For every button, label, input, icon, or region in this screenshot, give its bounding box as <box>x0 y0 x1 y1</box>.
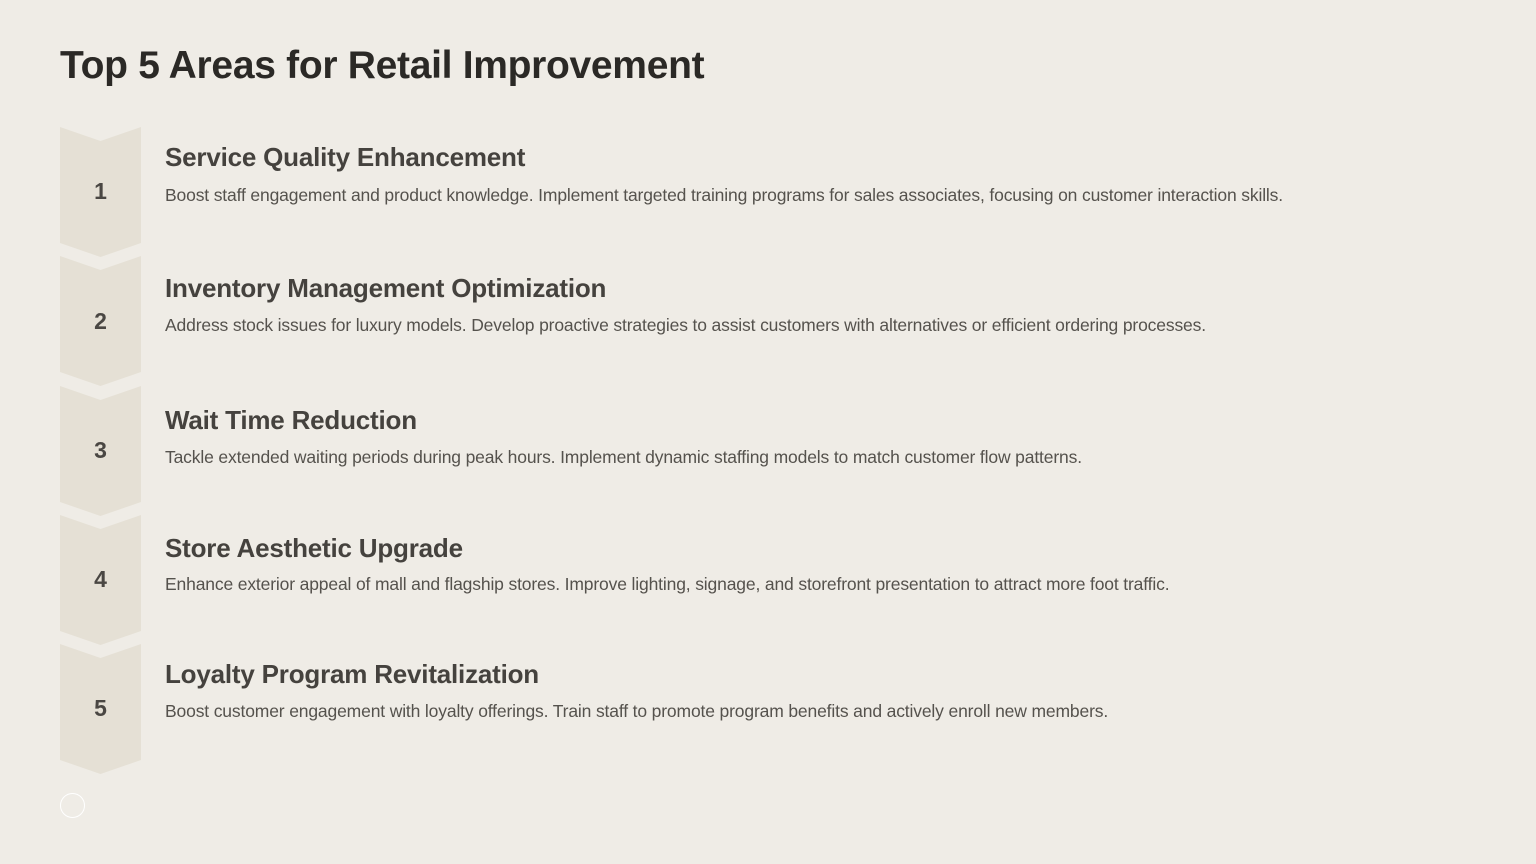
item-number: 1 <box>94 178 107 204</box>
item-description: Tackle extended waiting periods during p… <box>165 447 1082 467</box>
item-title: Store Aesthetic Upgrade <box>165 533 463 563</box>
item-title: Service Quality Enhancement <box>165 142 526 172</box>
item-description: Address stock issues for luxury models. … <box>165 315 1206 335</box>
item-title: Wait Time Reduction <box>165 405 417 435</box>
list-item-4: 4 Store Aesthetic Upgrade Enhance exteri… <box>60 515 1480 645</box>
item-title: Loyalty Program Revitalization <box>165 659 539 689</box>
list-item-1: 1 Service Quality Enhancement Boost staf… <box>60 127 1480 257</box>
item-title: Inventory Management Optimization <box>165 273 607 303</box>
list-item-2: 2 Inventory Management Optimization Addr… <box>60 256 1480 386</box>
item-number: 5 <box>94 695 107 721</box>
item-description: Boost staff engagement and product knowl… <box>165 185 1283 205</box>
item-description: Boost customer engagement with loyalty o… <box>165 701 1109 721</box>
circle-outline-icon[interactable] <box>60 793 85 818</box>
item-number: 2 <box>94 308 107 334</box>
improvement-list: 1 Service Quality Enhancement Boost staf… <box>0 0 1536 864</box>
list-item-5: 5 Loyalty Program Revitalization Boost c… <box>60 644 1480 774</box>
item-description: Enhance exterior appeal of mall and flag… <box>165 574 1170 594</box>
item-number: 3 <box>94 437 107 463</box>
list-item-3: 3 Wait Time Reduction Tackle extended wa… <box>60 386 1480 516</box>
item-number: 4 <box>94 566 107 592</box>
